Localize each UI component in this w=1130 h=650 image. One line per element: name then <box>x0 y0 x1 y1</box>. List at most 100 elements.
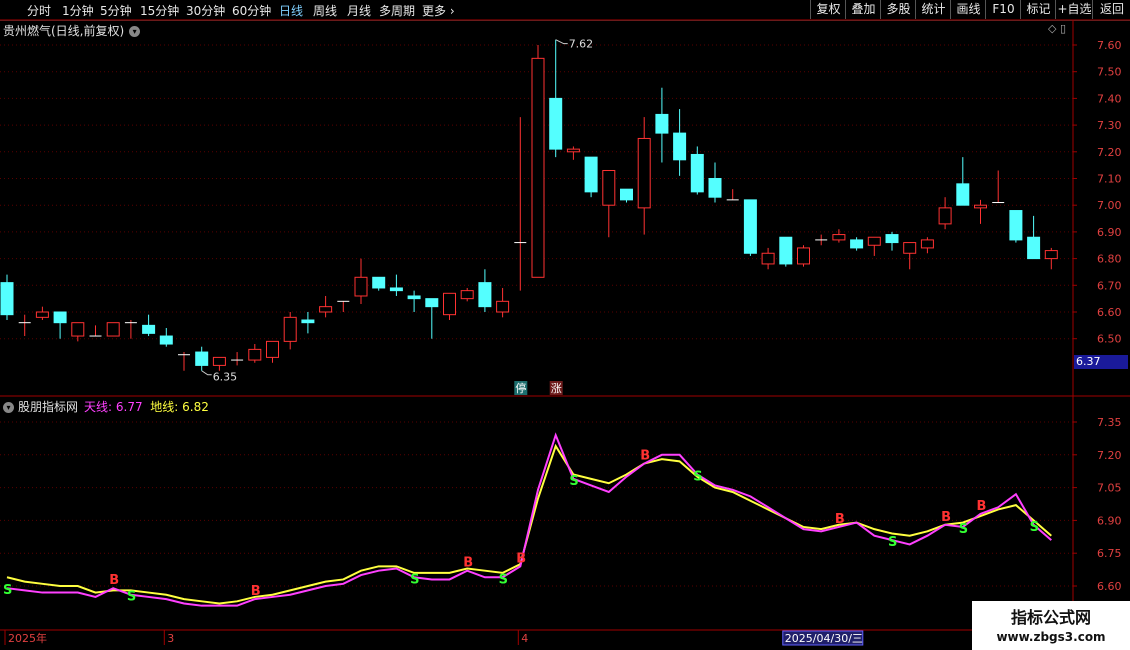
tian-line <box>6 432 1052 607</box>
candle-body-4 <box>71 322 85 337</box>
low-marker-line <box>201 370 212 376</box>
period-5[interactable]: 60分钟 <box>232 2 271 19</box>
period-9[interactable]: 多周期 <box>379 2 415 19</box>
candle-body-17 <box>301 319 315 324</box>
toolbar-button-4[interactable]: 画线 <box>950 0 986 19</box>
period-8[interactable]: 月线 <box>347 2 371 19</box>
chart-options-icons[interactable]: ◇ ▯ <box>1048 22 1066 35</box>
candle-body-54 <box>956 183 970 206</box>
candle-body-48 <box>850 239 864 249</box>
period-6[interactable]: 日线 <box>279 2 303 19</box>
signal-S-2: S <box>127 590 136 605</box>
candle-body-42 <box>743 199 757 254</box>
candle-body-49 <box>867 236 881 246</box>
toolbar-button-3[interactable]: 统计 <box>915 0 951 19</box>
indicator-title[interactable]: ▾ 股朋指标网 天线: 6.77 地线: 6.82 <box>3 398 209 415</box>
chevron-down-icon[interactable]: ▾ <box>3 402 14 413</box>
period-10[interactable]: 更多 › <box>422 2 455 19</box>
toolbar-button-1[interactable]: 叠加 <box>845 0 881 19</box>
main-tick-label-2: 7.40 <box>1097 92 1122 105</box>
toolbar-button-2[interactable]: 多股 <box>880 0 916 19</box>
candle-body-9 <box>159 335 173 345</box>
candle-body-6 <box>106 322 120 337</box>
current-price-tag: 6.37 <box>1074 355 1128 369</box>
main-tick-label-8: 6.80 <box>1097 253 1122 266</box>
candle-body-8 <box>142 324 156 334</box>
toolbar-button-6[interactable]: 标记 <box>1020 0 1056 19</box>
ind-tick-label-3: 6.90 <box>1097 514 1122 527</box>
tian-label: 天线: <box>84 400 113 414</box>
high-price-label: 7.62 <box>569 38 594 51</box>
signal-S-16: S <box>1030 520 1039 535</box>
chevron-down-icon[interactable]: ▾ <box>129 26 141 37</box>
candle-body-22 <box>389 287 403 292</box>
candle-body-28 <box>496 300 510 313</box>
toolbar-button-0[interactable]: 复权 <box>810 0 846 19</box>
main-tick-label-0: 7.60 <box>1097 39 1122 52</box>
selected-date-label: 2025/04/30/三 <box>785 632 863 645</box>
time-label-0: 2025年 <box>8 631 47 645</box>
candle-body-16 <box>283 316 297 342</box>
candle-body-27 <box>478 282 492 308</box>
signal-B-1: B <box>109 573 119 588</box>
candle-body-3 <box>53 311 67 324</box>
candle-body-15 <box>266 340 279 358</box>
signal-S-4: S <box>410 572 419 587</box>
signal-B-5: B <box>463 556 473 571</box>
candle-body-43 <box>761 252 775 265</box>
signal-S-10: S <box>693 469 702 484</box>
signal-B-3: B <box>251 584 261 599</box>
di-value: 6.82 <box>182 400 209 414</box>
time-label-1: 3 <box>167 632 174 645</box>
toolbar-button-5[interactable]: F10 <box>985 0 1021 19</box>
main-tick-label-11: 6.50 <box>1097 333 1122 346</box>
candle-body-0 <box>0 282 14 316</box>
candle-body-51 <box>903 242 917 254</box>
period-7[interactable]: 周线 <box>313 2 337 19</box>
candle-body-32 <box>566 148 580 153</box>
indicator-name: 股朋指标网 <box>18 400 79 414</box>
period-3[interactable]: 15分钟 <box>140 2 179 19</box>
candle-body-33 <box>584 156 598 193</box>
signal-B-15: B <box>977 499 987 514</box>
candle-body-50 <box>885 234 899 244</box>
selected-date-box <box>782 630 864 646</box>
candle-body-37 <box>655 113 669 134</box>
candle-body-2 <box>35 311 49 318</box>
limit-up-badge-bg <box>549 381 563 395</box>
main-tick-label-5: 7.10 <box>1097 173 1122 186</box>
chart-area: 7.60 7.50 7.40 7.30 7.20 7.10 7.00 6.90 6.80 6.70… <box>0 19 1130 650</box>
halt-badge-bg <box>514 381 528 395</box>
candle-body-24 <box>425 298 439 308</box>
toolbar-button-8[interactable]: 返回 <box>1092 0 1130 19</box>
candle-body-11 <box>195 351 209 366</box>
period-1[interactable]: 1分钟 <box>62 2 94 19</box>
main-tick-label-3: 7.30 <box>1097 119 1122 132</box>
high-marker-line <box>555 39 568 45</box>
signal-B-11: B <box>835 512 845 527</box>
main-tick-label-1: 7.50 <box>1097 66 1122 79</box>
candle-body-59 <box>1044 250 1058 260</box>
stock-title[interactable]: 贵州燃气(日线,前复权) ▾ <box>3 22 141 39</box>
period-4[interactable]: 30分钟 <box>186 2 225 19</box>
signal-S-12: S <box>888 535 897 550</box>
candle-body-57 <box>1009 210 1023 241</box>
ind-tick-label-2: 7.05 <box>1097 482 1122 495</box>
ind-tick-label-4: 6.75 <box>1097 547 1122 560</box>
candle-body-35 <box>620 188 633 201</box>
period-0[interactable]: 分时 <box>27 2 51 19</box>
candle-body-14 <box>248 348 262 361</box>
toolbar-button-7[interactable]: +自选 <box>1055 0 1093 19</box>
main-tick-label-9: 6.70 <box>1097 279 1122 292</box>
period-2[interactable]: 5分钟 <box>100 2 132 19</box>
candle-body-44 <box>779 236 793 265</box>
main-tick-label-6: 7.00 <box>1097 199 1122 212</box>
top-toolbar: 分时 1分钟 5分钟 15分钟 30分钟 60分钟 日线 周线 月线 多周期 更多 › 复权 叠加 多股统… <box>0 0 1130 21</box>
candle-body-34 <box>602 169 616 206</box>
candle-body-30 <box>531 57 545 278</box>
candle-body-18 <box>319 306 333 313</box>
candle-body-58 <box>1027 236 1041 260</box>
signal-B-9: B <box>640 449 650 464</box>
candle-body-53 <box>938 207 952 225</box>
candle-body-55 <box>974 204 987 209</box>
